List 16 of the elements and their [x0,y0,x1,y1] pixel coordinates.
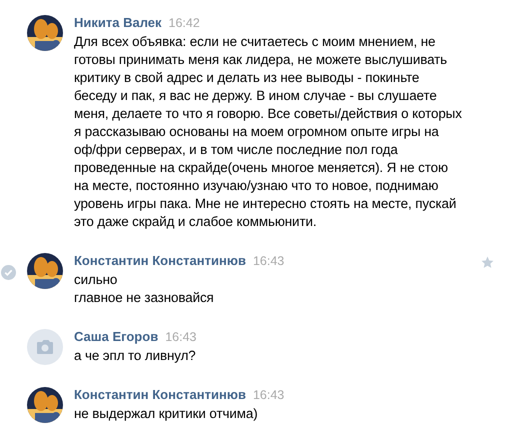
author-name[interactable]: Никита Валек [74,15,162,30]
star-icon[interactable] [481,256,494,269]
check-icon[interactable] [1,265,16,280]
message-time: 16:42 [168,16,200,30]
message-text: Для всех объявка: если не считаетесь с моим мнением, не готовы принимать меня как лидера, не можете выслушивать критику в свой адрес и делать из нее выводы - покиньте беседу и пак, я вас не держу. В ином случае - вы слушаете меня, делаете то что я говорю. Все советы/действия о которых я рассказываю основаны на моем огромном опыте игры на оф/фри серверах, и в том числе последние пол года проведенные на скрайде(очень многое меняется). Я не стою на месте, постоянно изучаю/узнаю что то новое, поднимаю уровень игры пака. Мне не интересно стоять на месте, пускай это даже скрайд и слабое коммьюнити. [74,33,463,231]
message-text: не выдержал критики отчима) [74,405,259,423]
message-text: сильно [74,271,118,289]
message-text: главное не зазновайся [74,289,215,307]
message-text: а че эпл то ливнул? [74,347,197,365]
camera-icon [27,329,63,365]
author-name[interactable]: Константин Константинюв [74,387,246,402]
author-name[interactable]: Константин Константинюв [74,253,246,268]
message-time: 16:43 [252,388,284,402]
author-name[interactable]: Саша Егоров [74,329,158,344]
message-time: 16:43 [165,330,196,344]
message-time: 16:43 [252,254,284,268]
